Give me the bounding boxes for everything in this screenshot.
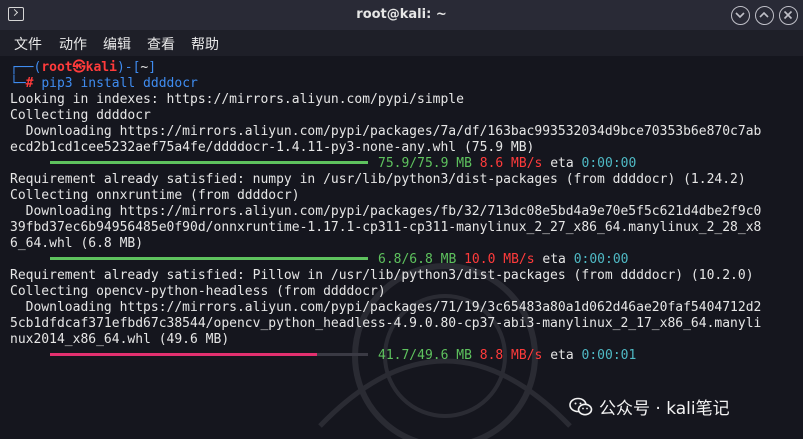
progress-eta: 0:00:00 [573,252,629,267]
terminal-window: root@kali: ~ 文件 动作 编辑 查看 帮助 ┌──(root㉿kal… [0,0,803,439]
minimize-button[interactable] [731,6,750,25]
wechat-icon [569,397,593,415]
progress-eta-label: eta [550,156,574,171]
prompt-close: ] [148,60,157,75]
prompt-mid: )-[ [116,60,141,75]
prompt-line-2: └─# pip3 install ddddocr [10,76,198,92]
prompt-corner: └─ [10,76,26,91]
progress-speed: 10.0 MB/s [464,252,535,267]
output-line: Downloading https://mirrors.aliyun.com/p… [10,124,762,139]
chevron-up-icon [759,11,769,18]
output-line: 6_64.whl (6.8 MB) [10,236,144,251]
progress-size: 75.9/75.9 MB [378,156,472,171]
progress-line-2: 6.8/6.8 MB 10.0 MB/s eta 0:00:00 [378,252,629,268]
progress-bar-complete [50,161,368,164]
window-title: root@kali: ~ [356,7,447,22]
progress-eta: 0:00:00 [581,156,637,171]
menu-edit[interactable]: 编辑 [103,34,131,54]
progress-eta: 0:00:01 [581,348,637,363]
prompt-user: root㉿kali [41,60,117,75]
output-line: Requirement already satisfied: Pillow in… [10,268,754,283]
prompt-line-1: ┌──(root㉿kali)-[~] [10,60,156,76]
output-line: Downloading https://mirrors.aliyun.com/p… [10,204,762,219]
output-line: Looking in indexes: https://mirrors.aliy… [10,92,464,107]
prompt-open: ┌──( [10,60,42,75]
progress-bar-active [50,353,317,356]
output-line: nux2014_x86_64.whl (49.6 MB) [10,332,230,347]
command-text: pip3 install ddddocr [41,76,198,91]
close-icon [783,10,793,20]
progress-line-1: 75.9/75.9 MB 8.6 MB/s eta 0:00:00 [378,156,636,172]
close-button[interactable] [779,6,798,25]
output-line: 5cb1dfdcaf371efbd67c38544/opencv_python_… [10,316,762,331]
output-line: 39fbd37ec6b94956485e0f90d/onnxruntime-1.… [10,220,762,235]
terminal-output[interactable]: ┌──(root㉿kali)-[~] └─# pip3 install dddd… [0,56,803,439]
menu-file[interactable]: 文件 [14,34,42,54]
maximize-button[interactable] [755,6,774,25]
menu-help[interactable]: 帮助 [191,34,219,54]
output-line: Downloading https://mirrors.aliyun.com/p… [10,300,762,315]
progress-eta-label: eta [542,252,566,267]
chevron-down-icon [735,12,745,19]
menu-action[interactable]: 动作 [59,34,87,54]
prompt-hash: # [25,76,42,91]
progress-speed: 8.8 MB/s [479,348,543,363]
output-line: ecd2b1cd1cee5232aef75a4fe/ddddocr-1.4.11… [10,140,535,155]
output-line: Collecting opencv-python-headless (from … [10,284,386,299]
progress-line-3: 41.7/49.6 MB 8.8 MB/s eta 0:00:01 [378,348,636,364]
output-line: Requirement already satisfied: numpy in … [10,172,746,187]
progress-speed: 8.6 MB/s [479,156,543,171]
progress-size: 41.7/49.6 MB [378,348,472,363]
watermark-text: 公众号 · kali笔记 [599,399,730,419]
watermark: 公众号 · kali笔记 [569,394,730,419]
progress-bar-complete [50,257,368,260]
output-line: Collecting ddddocr [10,108,151,123]
output-line: Collecting onnxruntime (from ddddocr) [10,188,300,203]
menu-view[interactable]: 查看 [147,34,175,54]
title-bar: root@kali: ~ [0,0,803,30]
progress-eta-label: eta [550,348,574,363]
menu-bar: 文件 动作 编辑 查看 帮助 [0,30,803,56]
progress-size: 6.8/6.8 MB [378,252,457,267]
